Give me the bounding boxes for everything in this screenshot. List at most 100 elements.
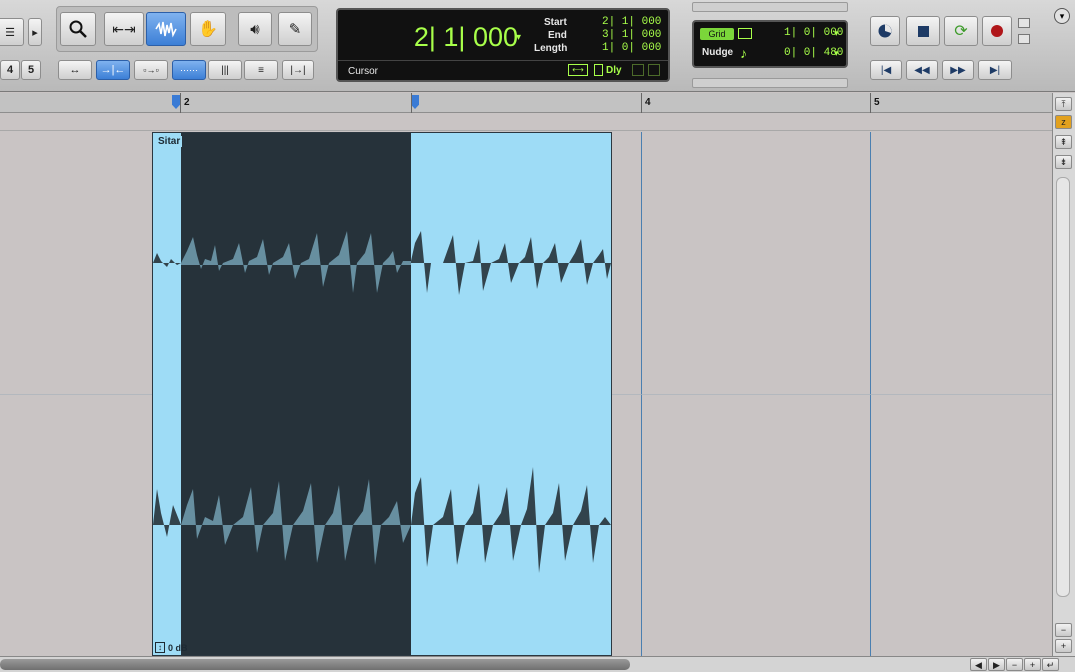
eighth-note-icon: ♪: [740, 45, 747, 61]
pencil-tool-button[interactable]: ✎: [278, 12, 312, 46]
play-button[interactable]: ⟳: [944, 16, 978, 46]
track-playlist-area[interactable]: Sitar ↕ 0 dB: [0, 132, 1052, 656]
link-timeline-icon[interactable]: ⟷: [568, 64, 588, 76]
zoomer-tool-button[interactable]: [60, 12, 96, 46]
edit-option-button-1[interactable]: |||: [208, 60, 242, 80]
stop-button[interactable]: [906, 16, 940, 46]
horizontal-zoom-in-icon[interactable]: +: [1024, 658, 1041, 671]
return-to-zero-button[interactable]: |◀: [870, 60, 902, 80]
scroll-right-icon[interactable]: ▶: [988, 658, 1005, 671]
grid-lines-icon[interactable]: [738, 28, 752, 39]
collapse-tracks-icon[interactable]: ⇟: [1055, 155, 1072, 169]
grid-mode-icon: ⋯⋯: [180, 64, 198, 75]
shuffle-mode-button[interactable]: ↔: [58, 60, 92, 80]
end-value[interactable]: 3| 1| 000: [602, 29, 661, 41]
end-label: End: [548, 30, 567, 41]
dly-label: Dly: [606, 65, 622, 76]
clip-name-label: Sitar: [156, 136, 183, 147]
clip-gain-indicator[interactable]: ↕ 0 dB: [155, 642, 188, 653]
window-menu-icon[interactable]: ▾: [1054, 8, 1070, 24]
counter-dropdown-icon[interactable]: ▾: [516, 32, 521, 43]
main-counter-value[interactable]: 2| 1| 000: [398, 22, 518, 53]
loop-play-icon: ⟳: [954, 23, 968, 40]
grid-mode-button[interactable]: ⋯⋯: [172, 60, 206, 80]
clip-gain-value: 0 dB: [168, 642, 188, 653]
zoom-preset-5[interactable]: 5: [21, 60, 41, 80]
horizontal-scroll-area[interactable]: ◀ ▶ − + ↵: [0, 656, 1075, 672]
fast-forward-icon: ▶▶: [950, 64, 966, 76]
transport-collapse-icon[interactable]: [1018, 34, 1030, 44]
zoom-preset-4[interactable]: 4: [0, 60, 20, 80]
bar-tick-3: [411, 93, 412, 113]
zoom-toggle-icon[interactable]: z: [1055, 115, 1072, 129]
audio-clip[interactable]: Sitar ↕ 0 dB: [152, 132, 612, 656]
scroll-left-icon[interactable]: ◀: [970, 658, 987, 671]
selection-end-marker-icon[interactable]: [411, 95, 419, 109]
slip-icon: →|←: [100, 64, 126, 76]
grid-bottom-strip: [692, 78, 848, 88]
grid-dropdown-icon[interactable]: ▾: [834, 28, 839, 39]
rewind-icon: ◀◀: [914, 64, 930, 76]
edit-bars-icon: |||: [221, 64, 229, 76]
start-value[interactable]: 2| 1| 000: [602, 16, 661, 28]
slip-mode-button[interactable]: →|←: [96, 60, 130, 80]
waveform-selector-icon: [155, 21, 177, 38]
start-label: Start: [544, 17, 567, 28]
list-icon: ≡: [258, 64, 264, 76]
spot-mode-button[interactable]: ▫→▫: [134, 60, 168, 80]
shuffle-icon: ↔: [69, 64, 81, 76]
edit-option-button-3[interactable]: |→|: [282, 60, 314, 80]
clip-gain-icon[interactable]: ↕: [155, 642, 165, 653]
vertical-scroll-area[interactable]: ⤒ z ⇞ ⇟ − +: [1052, 93, 1075, 656]
secondary-ruler[interactable]: [0, 114, 1052, 131]
transport-expand-icon[interactable]: [1018, 18, 1030, 28]
horizontal-zoom-out-icon[interactable]: −: [1006, 658, 1023, 671]
counter-option-icon-1[interactable]: [632, 64, 644, 76]
edit-option-button-2[interactable]: ≡: [244, 60, 278, 80]
pencil-icon: ✎: [288, 21, 302, 38]
record-button[interactable]: [982, 16, 1012, 46]
return-icon[interactable]: ↵: [1042, 658, 1059, 671]
online-button[interactable]: [870, 16, 900, 46]
rtz-icon: |◀: [880, 64, 892, 76]
fast-forward-button[interactable]: ▶▶: [942, 60, 974, 80]
bar-label-4: 4: [645, 97, 651, 108]
grid-button[interactable]: Grid: [700, 28, 734, 40]
play-right-icon: ▸: [32, 26, 38, 39]
expand-tracks-icon[interactable]: ⇞: [1055, 135, 1072, 149]
nudge-dropdown-icon[interactable]: ▾: [834, 48, 839, 59]
track-menu-button[interactable]: ☰: [0, 18, 24, 46]
vertical-scrollbar[interactable]: [1056, 177, 1070, 597]
main-counter-display[interactable]: 2| 1| 000 ▾ Start End Length 2| 1| 000 3…: [336, 8, 670, 82]
grabber-tool-button[interactable]: ✋: [190, 12, 226, 46]
go-to-end-icon: ▶|: [989, 64, 1001, 76]
counter-divider: [338, 60, 668, 61]
edit-window-toolbar: ☰ ▸ 4 5 ⇤⇥ ✋ 🔊︎ ✎ ↔ →|← ▫→▫ ⋯⋯ ||| ≡ |→|…: [0, 0, 1075, 92]
length-label: Length: [534, 43, 568, 54]
trim-tool-button[interactable]: ⇤⇥: [104, 12, 144, 46]
go-to-end-button[interactable]: ▶|: [978, 60, 1012, 80]
expand-arrow-button[interactable]: ▸: [28, 18, 42, 46]
horizontal-scrollbar-thumb[interactable]: [0, 659, 630, 670]
grid-top-strip: [692, 2, 848, 12]
bars-beats-ruler[interactable]: 2 4 5: [0, 93, 1052, 113]
clock-pie-icon: [878, 24, 892, 38]
scroll-to-top-icon[interactable]: ⤒: [1055, 97, 1072, 111]
bar-tick-2: [180, 93, 181, 113]
selector-tool-button[interactable]: [146, 12, 186, 46]
doc-icon[interactable]: [594, 64, 603, 76]
scrubber-tool-button[interactable]: 🔊︎: [238, 12, 272, 46]
bar-tick-4: [641, 93, 642, 113]
rewind-button[interactable]: ◀◀: [906, 60, 938, 80]
spot-icon: ▫→▫: [143, 65, 159, 75]
hand-icon: ✋: [198, 21, 218, 38]
vertical-zoom-in-icon[interactable]: +: [1055, 639, 1072, 653]
bar-tick-5: [870, 93, 871, 113]
counter-option-icon-2[interactable]: [648, 64, 660, 76]
selection-start-marker-icon[interactable]: [172, 95, 180, 109]
speaker-icon: 🔊︎: [250, 20, 260, 38]
vertical-zoom-out-icon[interactable]: −: [1055, 623, 1072, 637]
lines-icon: ☰: [5, 26, 15, 39]
nudge-label: Nudge: [702, 47, 734, 58]
length-value[interactable]: 1| 0| 000: [602, 42, 661, 54]
